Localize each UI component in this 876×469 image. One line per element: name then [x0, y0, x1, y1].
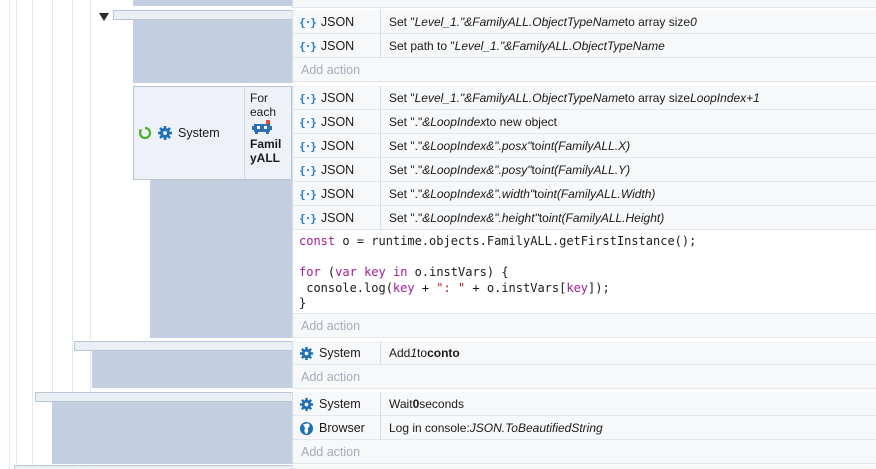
add-action-link[interactable]: Add action	[293, 0, 876, 8]
script-code-block[interactable]: const o = runtime.objects.FamilyALL.getF…	[293, 230, 876, 314]
action-object-name: JSON	[320, 115, 355, 129]
json-icon: {·}	[299, 91, 317, 105]
loop-icon	[138, 126, 152, 140]
condition-system-cell: System	[134, 87, 245, 179]
add-action-link[interactable]: Add action	[293, 365, 876, 389]
action-object-name: System	[319, 397, 361, 411]
action-text: Set "." &LoopIndex&".posy" to int(FamilyA…	[389, 163, 631, 177]
action-text: Add 1 to conto	[389, 346, 460, 360]
event-actions-group1: {·} JSON Set " Level_1."&FamilyALL.ObjectT…	[292, 10, 876, 83]
indent-guide	[16, 0, 17, 469]
foreach-object-line: yALL	[250, 151, 280, 165]
collapse-arrow-icon[interactable]	[99, 13, 109, 21]
action-object-name: JSON	[320, 163, 355, 177]
event-header-bar[interactable]	[74, 341, 293, 351]
event-actions-final: System Wait 0 seconds Browser Log in con…	[292, 392, 876, 464]
json-icon: {·}	[299, 163, 317, 177]
action-text: Set "." &LoopIndex&".width" to int(Family…	[389, 187, 656, 201]
action-row[interactable]: Browser Log in console: JSON.ToBeautifie…	[293, 416, 876, 440]
action-row[interactable]: {·} JSON Set "." &LoopIndex&".height" to i…	[293, 206, 876, 230]
event-actions-conto: System Add 1 to conto Add action	[292, 341, 876, 389]
add-action-link[interactable]: Add action	[293, 58, 876, 82]
action-object-name: JSON	[320, 211, 355, 225]
action-object-name: JSON	[320, 187, 355, 201]
indent-guide	[32, 0, 33, 469]
foreach-condition[interactable]: System For each Famil yALL	[133, 86, 292, 180]
code-text: +	[414, 280, 437, 295]
json-icon: {·}	[299, 115, 317, 129]
condition-foreach-cell: For each Famil yALL	[246, 87, 291, 179]
code-string: ": "	[436, 280, 466, 295]
action-object-name: JSON	[320, 91, 355, 105]
json-icon: {·}	[299, 39, 317, 53]
action-text: Set path to " Level_1."&FamilyALL.ObjectT…	[389, 39, 665, 53]
code-keyword: key	[392, 280, 415, 295]
add-action-link[interactable]: Add action	[293, 440, 876, 464]
json-icon: {·}	[299, 211, 317, 225]
code-keyword: key	[566, 280, 589, 295]
action-text: Set "." &LoopIndex&".posx" to int(FamilyA…	[389, 139, 631, 153]
event-actions-foreach: {·} JSON Set " Level_1."&FamilyALL.ObjectT…	[292, 86, 876, 338]
event-condition-area[interactable]	[92, 351, 292, 388]
code-text: o = runtime.objects.FamilyALL.getFirstIn…	[335, 234, 697, 248]
action-object-name: JSON	[320, 139, 355, 153]
code-text: }	[299, 296, 307, 310]
next-actions	[292, 465, 876, 469]
action-text: Wait 0 seconds	[389, 397, 464, 411]
action-object-name: Browser	[319, 421, 365, 435]
code-text: (	[320, 265, 336, 279]
editor-gutter	[0, 0, 10, 469]
action-row[interactable]: {·} JSON Set "." &LoopIndex&".posy" to int…	[293, 158, 876, 182]
action-text: Set " Level_1."&FamilyALL.ObjectTypeName …	[389, 15, 697, 29]
action-row[interactable]: {·} JSON Set "." &LoopIndex to new object	[293, 110, 876, 134]
action-row[interactable]: System Add 1 to conto	[293, 341, 876, 365]
action-text: Set "." &LoopIndex to new object	[389, 115, 557, 129]
code-text: + o.instVars[	[465, 280, 567, 295]
event-header-bar[interactable]	[113, 10, 293, 20]
action-object-name: System	[319, 346, 361, 360]
foreach-object-line: Famil	[250, 137, 282, 151]
action-row[interactable]: System Wait 0 seconds	[293, 392, 876, 416]
code-text: console.log(	[299, 280, 393, 295]
prev-actions: Add action	[292, 0, 876, 8]
foreach-text-line: each	[250, 105, 277, 119]
event-header-bar[interactable]	[14, 465, 293, 469]
prev-event-block	[133, 0, 292, 6]
action-row[interactable]: {·} JSON Set " Level_1."&FamilyALL.ObjectT…	[293, 10, 876, 34]
action-text: Set " Level_1."&FamilyALL.ObjectTypeName …	[389, 91, 760, 105]
json-icon: {·}	[299, 139, 317, 153]
event-condition-area[interactable]	[52, 402, 292, 464]
code-text: o.instVars) {	[407, 265, 509, 279]
event-header-bar[interactable]	[35, 392, 293, 402]
code-keyword: const	[299, 234, 336, 248]
action-object-name: JSON	[320, 15, 355, 29]
event-condition-area[interactable]	[133, 20, 292, 83]
action-row[interactable]: {·} JSON Set " Level_1."&FamilyALL.ObjectT…	[293, 86, 876, 110]
code-keyword: var	[335, 265, 357, 279]
action-row[interactable]: {·} JSON Set "." &LoopIndex&".posx" to int…	[293, 134, 876, 158]
add-action-link[interactable]: Add action	[293, 314, 876, 338]
action-object-name: JSON	[320, 39, 355, 53]
action-text: Log in console: JSON.ToBeautifiedString	[389, 421, 603, 435]
code-keyword: in	[392, 265, 408, 279]
event-subblock	[150, 180, 292, 338]
json-icon: {·}	[299, 15, 317, 29]
code-keyword: for	[299, 265, 321, 279]
condition-object-name: System	[178, 126, 220, 140]
code-keyword: key	[364, 265, 386, 279]
action-text: Set "." &LoopIndex&".height" to int(Famil…	[389, 211, 665, 225]
code-text: ]);	[588, 280, 610, 295]
gear-icon	[158, 126, 172, 140]
json-icon: {·}	[299, 187, 317, 201]
action-row[interactable]: {·} JSON Set "." &LoopIndex&".width" to in…	[293, 182, 876, 206]
action-row[interactable]: {·} JSON Set path to " Level_1."&FamilyALL…	[293, 34, 876, 58]
gear-icon	[299, 346, 314, 360]
globe-icon	[299, 421, 314, 435]
foreach-text-line: For	[250, 91, 268, 105]
gear-icon	[299, 397, 314, 411]
family-sprite-icon	[252, 120, 272, 134]
